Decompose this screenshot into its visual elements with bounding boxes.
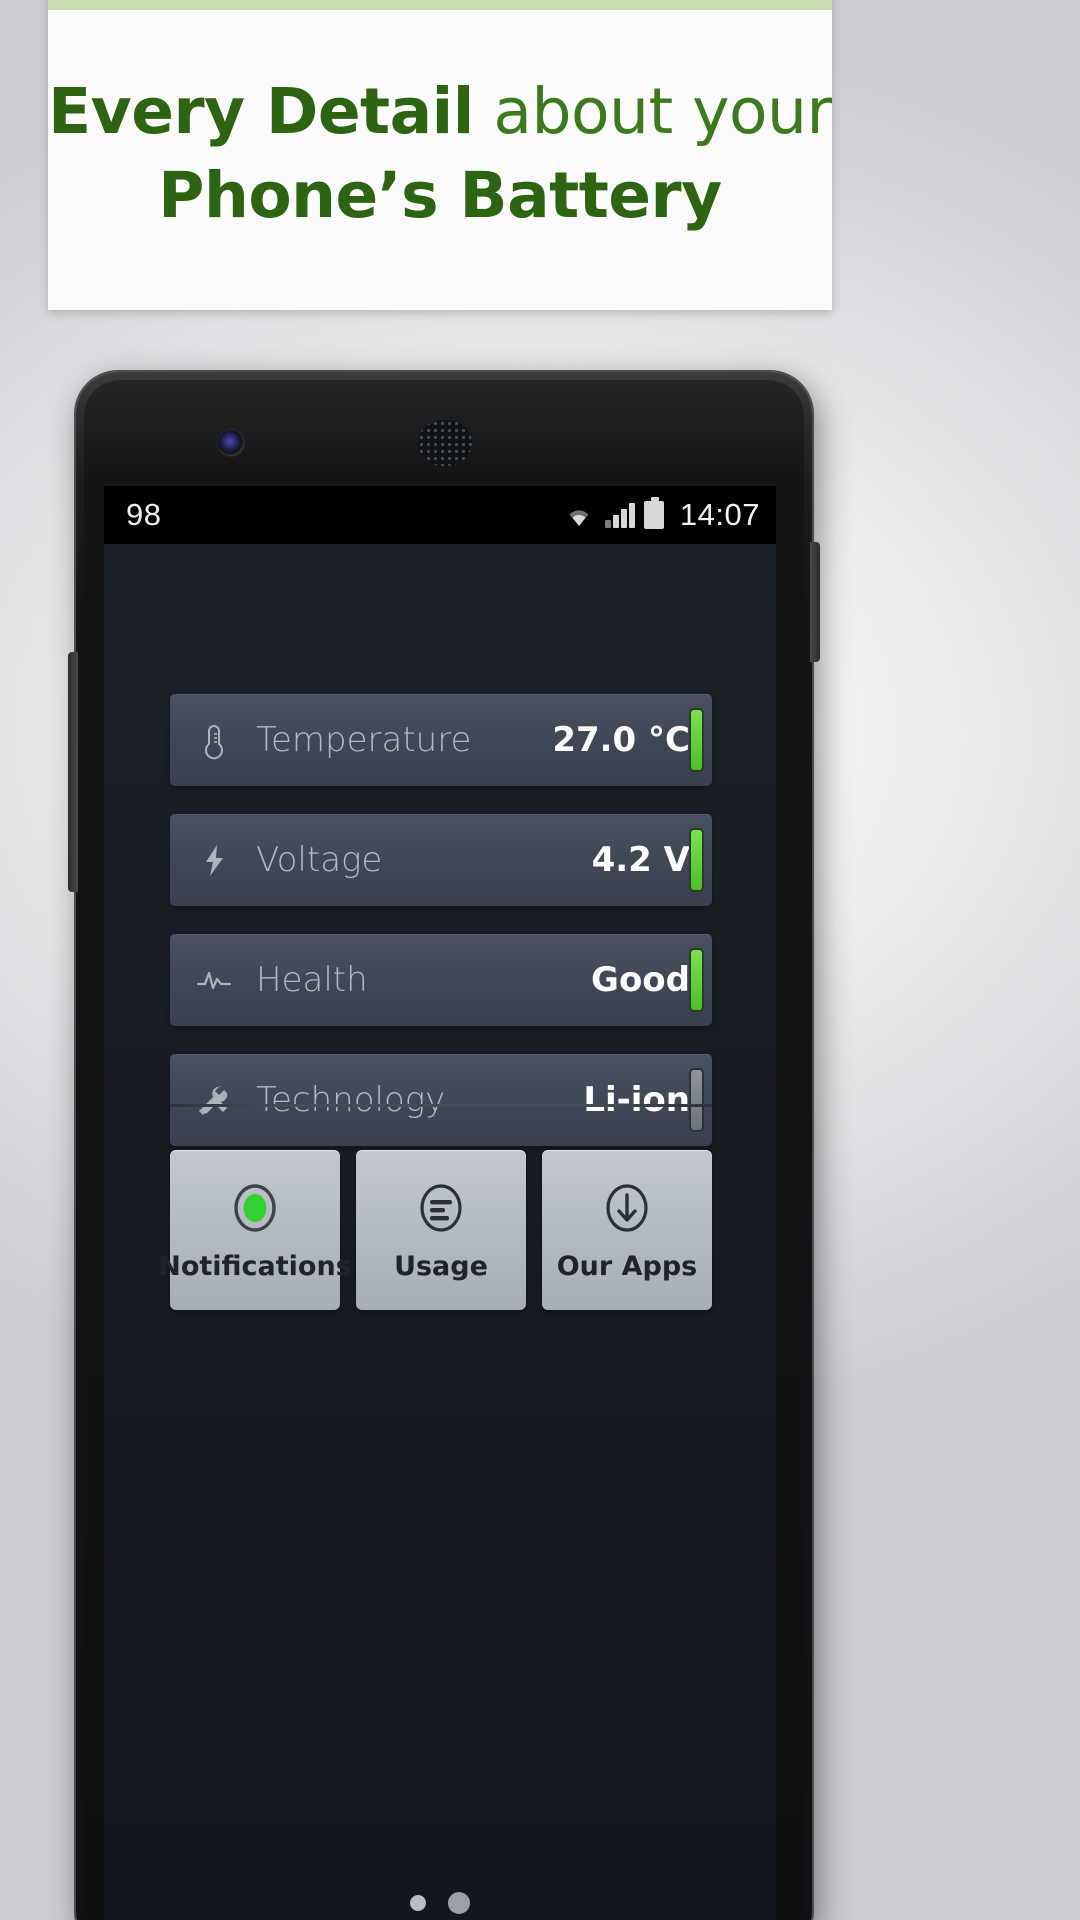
section-divider (170, 1104, 712, 1107)
detail-value: 4.2 V (591, 840, 690, 880)
detail-label: Temperature (256, 720, 472, 760)
app-content: Temperature 27.0 °C Voltage 4.2 V Health… (104, 544, 776, 1920)
status-indicator-bar (691, 710, 702, 770)
detail-value: Good (591, 960, 690, 1000)
detail-row-health[interactable]: Health Good (170, 934, 712, 1026)
detail-row-technology[interactable]: Technology Li-ion (170, 1054, 712, 1146)
promo-headline-strong: Every Detail (48, 75, 474, 148)
notifications-button[interactable]: Notifications (158, 1150, 352, 1310)
detail-row-voltage[interactable]: Voltage 4.2 V (170, 814, 712, 906)
button-label: Notifications (158, 1250, 352, 1282)
usage-chart-icon (412, 1179, 470, 1237)
action-button-row: Notifications Usage Our Apps (158, 1150, 712, 1310)
promo-card: Every Detail about your Phone’s Battery (48, 0, 832, 310)
detail-value: Li-ion (583, 1080, 690, 1120)
tools-icon (192, 1078, 236, 1122)
battery-detail-list: Temperature 27.0 °C Voltage 4.2 V Health… (170, 694, 712, 1174)
promo-accent-strip (48, 0, 832, 10)
button-label: Usage (394, 1250, 488, 1282)
battery-icon (643, 497, 664, 529)
detail-label: Voltage (256, 840, 383, 880)
earpiece-speaker-icon (418, 420, 472, 466)
page-dot-1[interactable] (410, 1895, 426, 1911)
download-arrow-icon (598, 1179, 656, 1237)
phone-screen: 98 14:07 Temperature 27.0 °C Voltage 4.2… (104, 486, 776, 1920)
phone-side-button-right (810, 542, 820, 662)
detail-label: Health (256, 960, 368, 1000)
status-bar-clock: 14:07 (679, 497, 760, 532)
notification-led-icon (226, 1179, 284, 1237)
page-indicator (104, 1892, 776, 1914)
our-apps-button[interactable]: Our Apps (542, 1150, 712, 1310)
status-indicator-bar (691, 1070, 702, 1130)
button-label: Our Apps (556, 1250, 698, 1282)
wifi-icon (562, 502, 596, 528)
usage-button[interactable]: Usage (356, 1150, 526, 1310)
phone-side-button-left (68, 652, 78, 892)
status-bar-icons: 14:07 (562, 497, 760, 533)
thermometer-icon (192, 718, 236, 762)
phone-mockup: 98 14:07 Temperature 27.0 °C Voltage 4.2… (68, 372, 820, 1920)
cellular-signal-icon (604, 502, 635, 528)
status-indicator-bar (691, 950, 702, 1010)
status-indicator-bar (691, 830, 702, 890)
front-camera-icon (218, 430, 244, 456)
detail-row-temperature[interactable]: Temperature 27.0 °C (170, 694, 712, 786)
promo-headline-line2: Phone’s Battery (158, 158, 722, 232)
detail-value: 27.0 °C (552, 720, 690, 760)
bolt-icon (192, 838, 236, 882)
status-bar: 98 14:07 (104, 486, 776, 544)
detail-label: Technology (256, 1080, 446, 1120)
pulse-icon (192, 958, 236, 1002)
promo-headline-light: about your (473, 75, 832, 148)
page-dot-2[interactable] (448, 1892, 470, 1914)
status-bar-battery-level: 98 (126, 497, 162, 532)
promo-headline: Every Detail about your Phone’s Battery (48, 70, 832, 238)
